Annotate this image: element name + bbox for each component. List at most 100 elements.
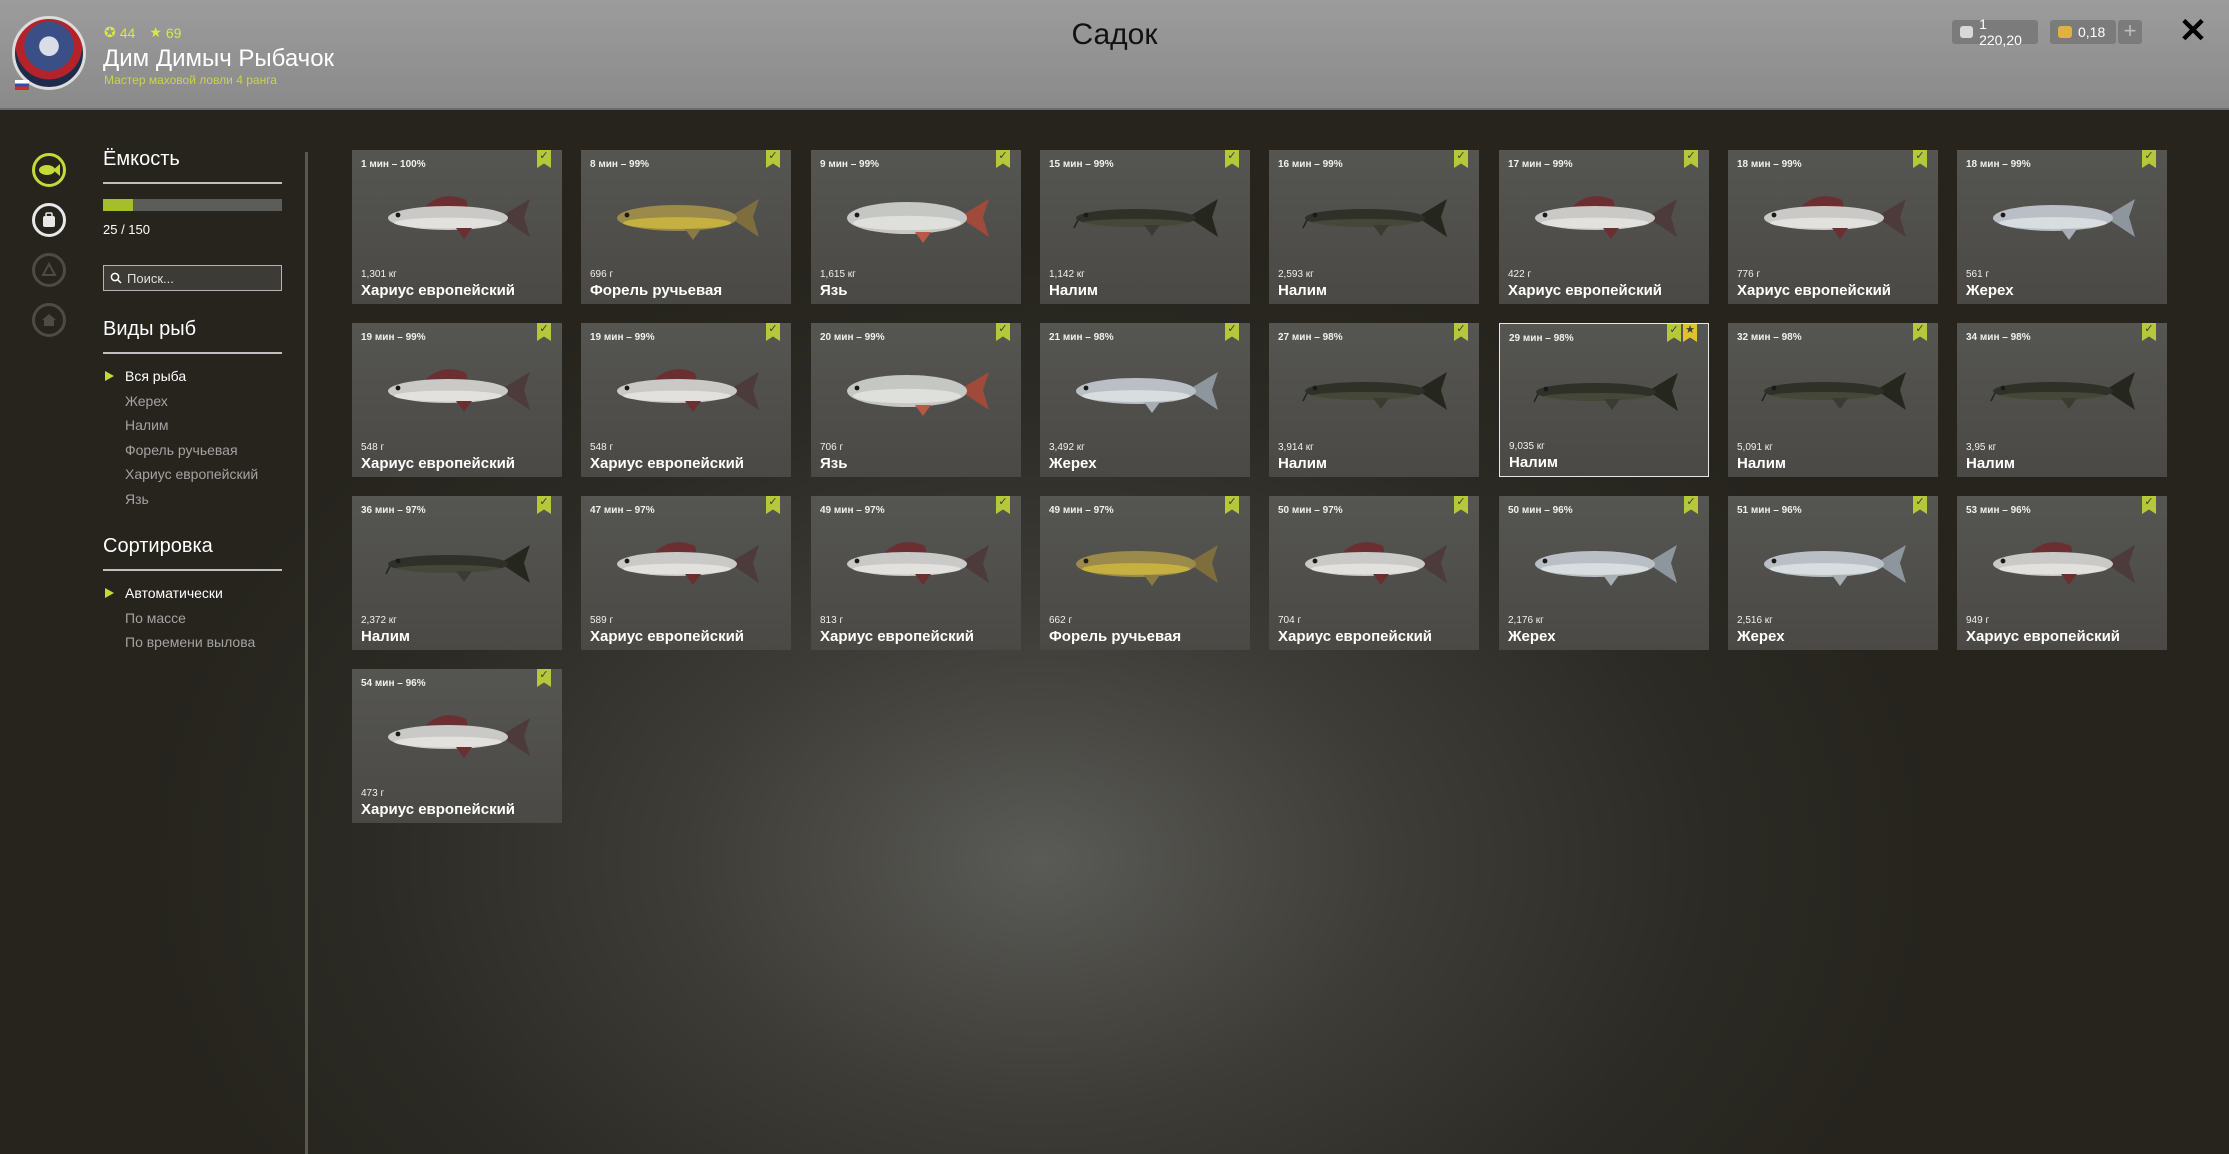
catch-time-quality: 16 мин – 99% [1278,159,1343,170]
fish-card[interactable]: 34 мин – 98% ✓ 3,95 кг Налим [1957,323,2167,477]
fish-name: Хариус европейский [361,455,516,472]
search-icon [110,272,122,284]
trout-fish-icon [617,199,759,240]
fish-weight: 1,615 кг [820,269,856,280]
fish-weight: 3,914 кг [1278,442,1314,453]
fish-weight: 2,516 кг [1737,615,1773,626]
fish-weight: 473 г [361,788,385,799]
catch-time-quality: 29 мин – 98% [1509,333,1574,344]
page-title: Садок [1071,18,1158,51]
trout-fish-icon [1076,545,1218,586]
silver-value: 1 220,20 [1979,16,2022,48]
close-button[interactable]: ✕ [2176,14,2210,48]
fish-weight: 1,301 кг [361,269,397,280]
species-filter-brown-trout[interactable]: Форель ручьевая [103,438,258,463]
catch-time-quality: 50 мин – 97% [1278,505,1343,516]
sort-auto[interactable]: Автоматически [103,581,255,606]
asp-fish-icon [1764,545,1906,586]
species-heading: Виды рыб [103,318,197,340]
fish-card[interactable]: 50 мин – 96% ✓ 2,176 кг Жерех [1499,496,1709,650]
fish-card[interactable]: 19 мин – 99% ✓ 548 г Хариус европейский [352,323,562,477]
sort-label: По массе [125,609,186,626]
fish-card[interactable]: 21 мин – 98% ✓ 3,492 кг Жерех [1040,323,1250,477]
fish-weight: 696 г [590,269,614,280]
asp-fish-icon [1535,545,1677,586]
fish-name: Налим [1509,454,1559,471]
catch-time-quality: 18 мин – 99% [1737,159,1802,170]
catch-time-quality: 1 мин – 100% [361,159,426,170]
species-filter-grayling[interactable]: Хариус европейский [103,462,258,487]
boat-icon[interactable] [32,253,66,287]
fish-card[interactable]: 32 мин – 98% ✓ 5,091 кг Налим [1728,323,1938,477]
species-filter-ide[interactable]: Язь [103,487,258,512]
sort-label: По времени вылова [125,634,256,650]
fish-weight: 561 г [1966,269,1990,280]
fish-card[interactable]: 49 мин – 97% ✓ 662 г Форель ручьевая [1040,496,1250,650]
add-currency-button[interactable]: + [2118,20,2142,44]
fish-card[interactable]: 49 мин – 97% ✓ 813 г Хариус европейский [811,496,1021,650]
keepnet-fish-icon[interactable] [32,153,66,187]
species-filter-all[interactable]: Вся рыба [103,364,258,389]
fish-weight: 776 г [1737,269,1761,280]
fish-card[interactable]: 50 мин – 97% ✓ 704 г Хариус европейский [1269,496,1479,650]
player-avatar[interactable] [12,16,86,90]
fish-weight: 949 г [1966,615,1990,626]
fish-card[interactable]: 18 мин – 99% ✓ 561 г Жерех [1957,150,2167,304]
fish-card[interactable]: 54 мин – 96% ✓ 473 г Хариус европейский [352,669,562,823]
silver-coin-icon [1960,26,1974,38]
catch-time-quality: 19 мин – 99% [361,332,426,343]
search-input[interactable] [127,270,277,286]
capacity-heading: Ёмкость [103,148,180,170]
ide-fish-icon [847,372,989,416]
fish-card[interactable]: 20 мин – 99% ✓ 706 г Язь [811,323,1021,477]
sort-by-weight[interactable]: По массе [103,606,255,631]
gold-balance: 0,18 [2050,20,2116,44]
burbot-fish-icon [1990,372,2135,410]
catch-time-quality: 51 мин – 96% [1737,505,1802,516]
catch-time-quality: 49 мин – 97% [1049,505,1114,516]
fish-name: Налим [1278,282,1328,299]
fish-card[interactable]: 8 мин – 99% ✓ 696 г Форель ручьевая [581,150,791,304]
catch-time-quality: 36 мин – 97% [361,505,426,516]
grayling-fish-icon [388,369,530,412]
grayling-fish-icon [1535,196,1677,239]
fish-card[interactable]: 19 мин – 99% ✓ 548 г Хариус европейский [581,323,791,477]
bag-icon[interactable] [32,203,66,237]
fish-card[interactable]: 36 мин – 97% ✓ 2,372 кг Налим [352,496,562,650]
fish-card[interactable]: 51 мин – 96% ✓ 2,516 кг Жерех [1728,496,1938,650]
fish-name: Налим [1049,282,1099,299]
grayling-fish-icon [388,196,530,239]
fish-card[interactable]: 9 мин – 99% ✓ 1,615 кг Язь [811,150,1021,304]
fish-card[interactable]: 15 мин – 99% ✓ 1,142 кг Налим [1040,150,1250,304]
fish-card[interactable]: 16 мин – 99% ✓ 2,593 кг Налим [1269,150,1479,304]
fish-card[interactable]: 27 мин – 98% ✓ 3,914 кг Налим [1269,323,1479,477]
catch-time-quality: 21 мин – 98% [1049,332,1114,343]
search-box[interactable] [103,265,282,291]
grayling-fish-icon [617,369,759,412]
home-icon[interactable] [32,303,66,337]
top-bar: ✪ 44 ★ 69 Дим Димыч Рыбачок Мастер махов… [0,0,2229,110]
fish-weight: 662 г [1049,615,1073,626]
species-filter-asp[interactable]: Жерех [103,389,258,414]
sort-by-catch-time[interactable]: По времени вылова [103,630,255,655]
level-stat: ✪ 44 [104,24,135,41]
capacity-bar-fill [103,199,133,211]
species-filter-label: Налим [125,417,169,433]
capacity-bar [103,199,282,211]
fish-card[interactable]: 18 мин – 99% ✓ 776 г Хариус европейский [1728,150,1938,304]
species-filter-burbot[interactable]: Налим [103,413,258,438]
grayling-fish-icon [847,542,989,585]
fish-card[interactable]: 47 мин – 97% ✓ 589 г Хариус европейский [581,496,791,650]
catch-time-quality: 32 мин – 98% [1737,332,1802,343]
player-rank: Мастер маховой ловли 4 ранга [104,73,277,87]
fish-card[interactable]: 1 мин – 100% ✓ 1,301 кг Хариус европейский [352,150,562,304]
fish-name: Хариус европейский [590,455,745,472]
catch-time-quality: 18 мин – 99% [1966,159,2031,170]
fish-card[interactable]: 17 мин – 99% ✓ 422 г Хариус европейский [1499,150,1709,304]
fish-weight: 2,593 кг [1278,269,1314,280]
fish-card[interactable]: 53 мин – 96% ✓ 949 г Хариус европейский [1957,496,2167,650]
fish-name: Форель ручьевая [1049,628,1182,645]
fish-card[interactable]: 29 мин – 98% ✓ ★ 9,035 кг Налим [1499,323,1709,477]
grayling-fish-icon [1305,542,1447,585]
fish-name: Хариус европейский [1966,628,2121,645]
